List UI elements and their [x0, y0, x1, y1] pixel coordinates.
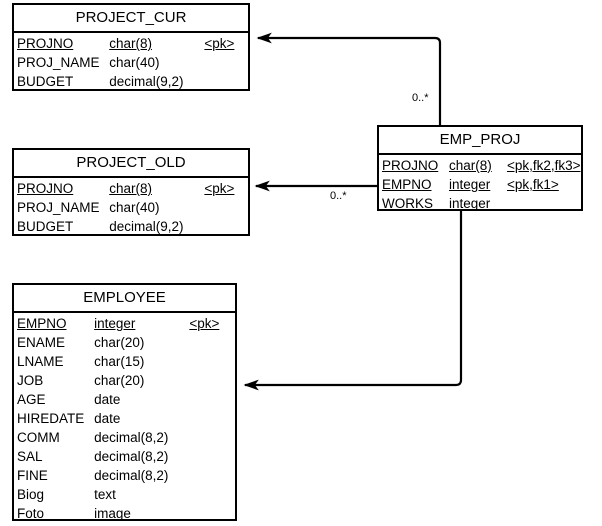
- attribute-type: decimal(9,2): [109, 219, 184, 234]
- connector-emp_proj-employee: [243, 211, 463, 391]
- attribute-row: AGE date: [14, 390, 235, 409]
- attribute-row: BUDGET decimal(9,2): [14, 217, 248, 236]
- attribute-type: integer: [449, 196, 491, 211]
- attribute-row: Biog text: [14, 485, 235, 504]
- attribute-name: PROJ_NAME: [17, 55, 100, 70]
- attribute-row: HIREDATE date: [14, 409, 235, 428]
- entity-title-emp-proj: EMP_PROJ: [379, 127, 581, 155]
- attribute-key: [189, 371, 235, 390]
- entity-project-old[interactable]: PROJECT_OLD PROJNO char(8) <pk> PROJ_NAM…: [12, 148, 250, 236]
- attribute-list-emp-proj: PROJNO char(8) <pk,fk2,fk3> EMPNO intege…: [379, 155, 581, 215]
- attribute-row: FINE decimal(8,2): [14, 466, 235, 485]
- attribute-key: [189, 466, 235, 485]
- attribute-row: LNAME char(15): [14, 352, 235, 371]
- attribute-key: <pk,fk2,fk3>: [507, 158, 581, 173]
- attribute-row: COMM decimal(8,2): [14, 428, 235, 447]
- attribute-key: [189, 428, 235, 447]
- cardinality-label-project-cur: 0..*: [412, 92, 429, 104]
- attribute-key: [189, 485, 235, 504]
- attribute-name: BUDGET: [17, 74, 74, 89]
- attribute-key: <pk>: [204, 36, 235, 51]
- attribute-key: <pk,fk1>: [507, 177, 559, 192]
- attribute-type: image: [94, 506, 131, 521]
- attribute-type: char(40): [109, 55, 160, 70]
- attribute-key: [189, 333, 235, 352]
- attribute-type: integer: [449, 177, 491, 192]
- attribute-name: HIREDATE: [17, 411, 85, 426]
- attribute-name: SAL: [17, 449, 43, 464]
- attribute-row: PROJNO char(8) <pk>: [14, 179, 248, 198]
- attribute-key: <pk>: [204, 181, 235, 196]
- attribute-type: char(8): [109, 181, 152, 196]
- attribute-row: JOB char(20): [14, 371, 235, 390]
- attribute-row: EMPNO integer <pk,fk1>: [379, 175, 581, 194]
- attribute-type: integer: [94, 316, 136, 331]
- attribute-type: date: [94, 392, 121, 407]
- entity-title-project-old: PROJECT_OLD: [14, 150, 248, 178]
- attribute-key: <pk>: [189, 316, 220, 331]
- attribute-key: [189, 504, 235, 523]
- attribute-row: PROJ_NAME char(40): [14, 198, 248, 217]
- attribute-name: PROJNO: [17, 36, 74, 51]
- attribute-row: SAL decimal(8,2): [14, 447, 235, 466]
- attribute-type: char(8): [449, 158, 492, 173]
- entity-emp-proj[interactable]: EMP_PROJ PROJNO char(8) <pk,fk2,fk3> EMP…: [377, 125, 583, 211]
- attribute-name: Foto: [17, 506, 45, 521]
- attribute-type: date: [94, 411, 121, 426]
- cardinality-label-project-old: 0..*: [330, 190, 347, 202]
- attribute-key: [189, 352, 235, 371]
- attribute-name: ENAME: [17, 335, 66, 350]
- attribute-type: decimal(9,2): [109, 74, 184, 89]
- attribute-name: JOB: [17, 373, 44, 388]
- attribute-key: [189, 390, 235, 409]
- attribute-type: decimal(8,2): [94, 468, 169, 483]
- attribute-type: char(8): [109, 36, 152, 51]
- attribute-key: [189, 409, 235, 428]
- entity-project-cur[interactable]: PROJECT_CUR PROJNO char(8) <pk> PROJ_NAM…: [12, 3, 250, 91]
- attribute-row: PROJ_NAME char(40): [14, 53, 248, 72]
- attribute-type: char(40): [109, 200, 160, 215]
- er-diagram-canvas: 0..* 0..* PROJECT_CUR PROJNO char(8) <pk…: [0, 0, 602, 526]
- attribute-name: AGE: [17, 392, 46, 407]
- connector-emp_proj-project_cur: [256, 32, 442, 125]
- attribute-type: char(20): [94, 335, 145, 350]
- attribute-name: PROJ_NAME: [17, 200, 100, 215]
- attribute-key: [204, 217, 248, 236]
- attribute-name: WORKS: [382, 196, 434, 211]
- attribute-row: EMPNO integer <pk>: [14, 314, 235, 333]
- attribute-type: char(15): [94, 354, 145, 369]
- attribute-key: [204, 198, 248, 217]
- attribute-name: LNAME: [17, 354, 64, 369]
- entity-title-project-cur: PROJECT_CUR: [14, 5, 248, 33]
- attribute-name: Biog: [17, 487, 45, 502]
- attribute-list-employee: EMPNO integer <pk> ENAME char(20) LNAME …: [14, 313, 235, 525]
- attribute-type: decimal(8,2): [94, 449, 169, 464]
- attribute-key: [507, 194, 579, 213]
- attribute-row: PROJNO char(8) <pk>: [14, 34, 248, 53]
- entity-title-employee: EMPLOYEE: [14, 285, 235, 313]
- attribute-name: PROJNO: [382, 158, 439, 173]
- attribute-name: EMPNO: [382, 177, 432, 192]
- attribute-list-project-old: PROJNO char(8) <pk> PROJ_NAME char(40) B…: [14, 178, 248, 238]
- attribute-key: [204, 53, 248, 72]
- attribute-type: char(20): [94, 373, 145, 388]
- attribute-name: EMPNO: [17, 316, 67, 331]
- attribute-row: ENAME char(20): [14, 333, 235, 352]
- attribute-type: decimal(8,2): [94, 430, 169, 445]
- attribute-name: PROJNO: [17, 181, 74, 196]
- attribute-list-project-cur: PROJNO char(8) <pk> PROJ_NAME char(40) B…: [14, 33, 248, 93]
- attribute-key: [189, 447, 235, 466]
- attribute-row: Foto image: [14, 504, 235, 523]
- attribute-key: [204, 72, 248, 91]
- attribute-row: BUDGET decimal(9,2): [14, 72, 248, 91]
- attribute-row: WORKS integer: [379, 194, 581, 213]
- entity-employee[interactable]: EMPLOYEE EMPNO integer <pk> ENAME char(2…: [12, 283, 237, 521]
- attribute-name: BUDGET: [17, 219, 74, 234]
- attribute-name: FINE: [17, 468, 48, 483]
- attribute-row: PROJNO char(8) <pk,fk2,fk3>: [379, 156, 581, 175]
- attribute-type: text: [94, 487, 116, 502]
- attribute-name: COMM: [17, 430, 60, 445]
